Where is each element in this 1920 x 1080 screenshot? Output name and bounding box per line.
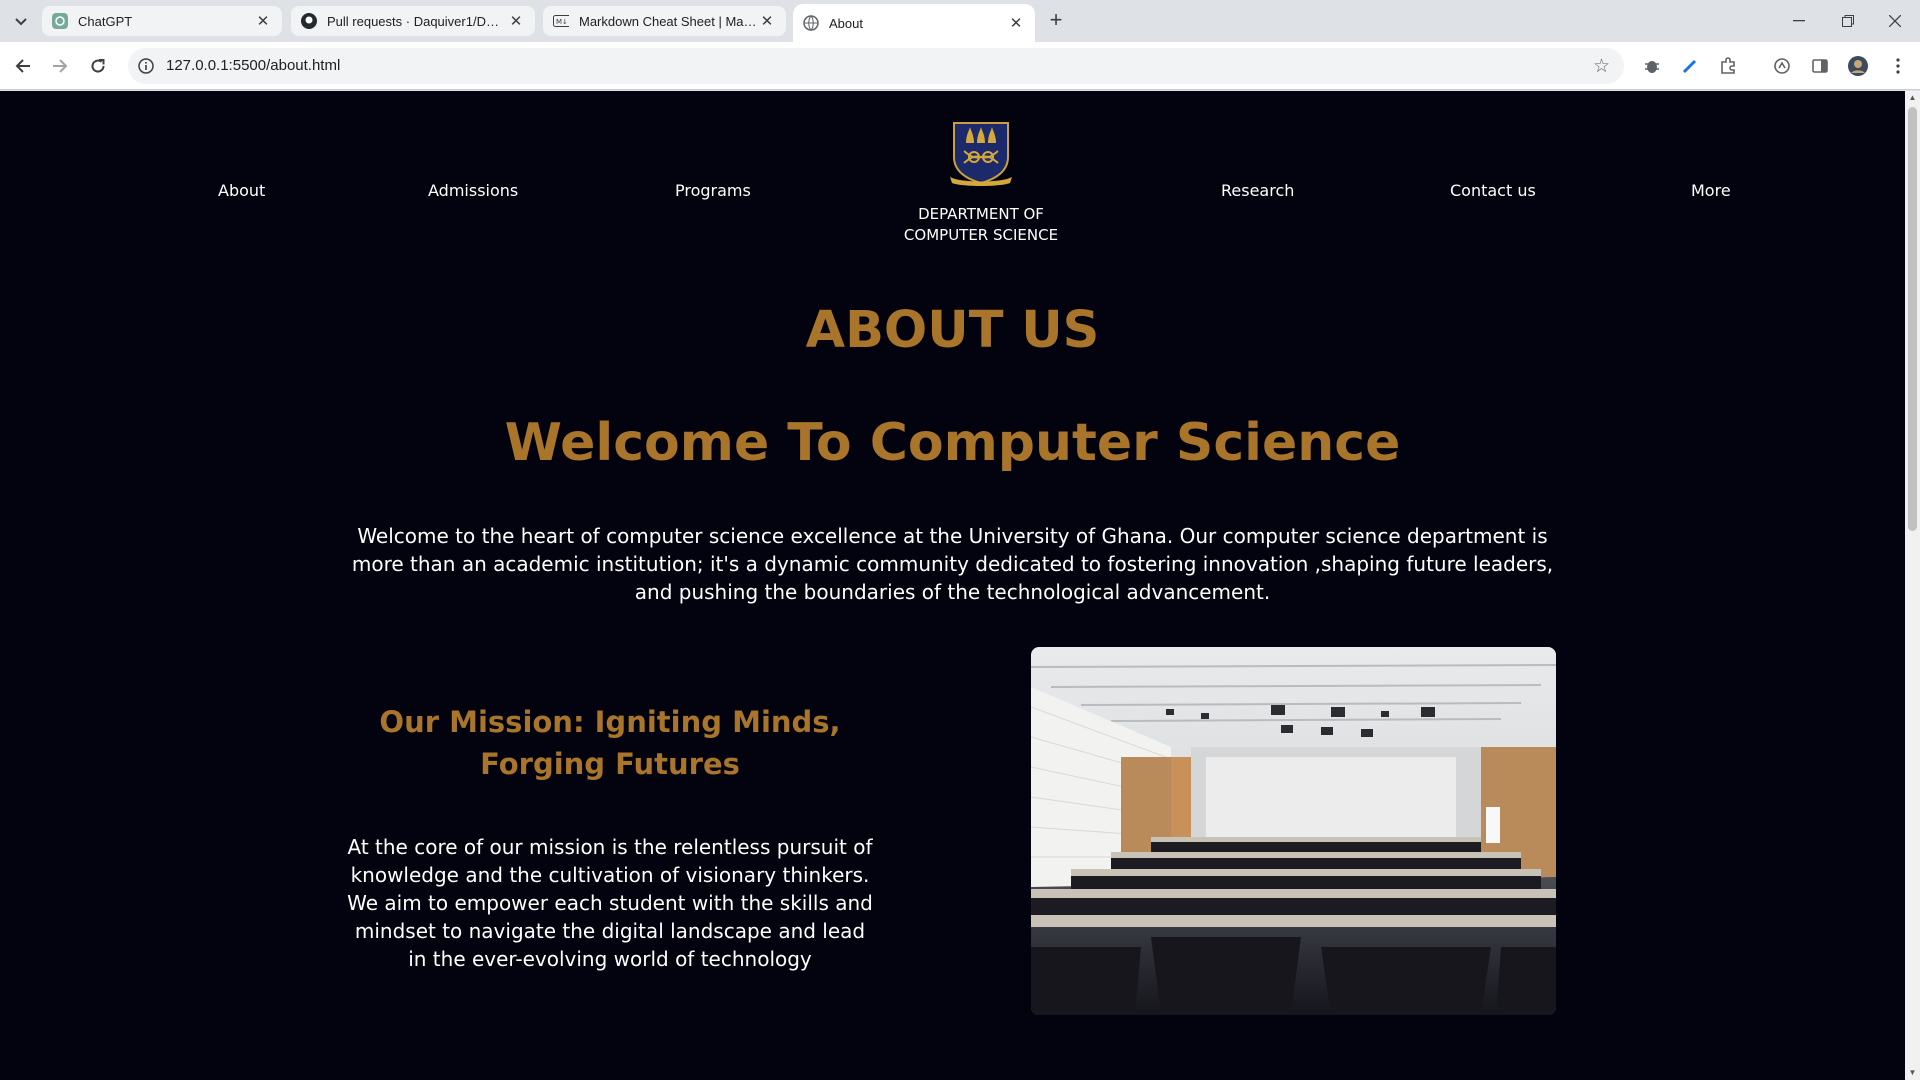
tab-about[interactable]: About ✕ bbox=[793, 4, 1035, 42]
welcome-heading: Welcome To Computer Science bbox=[504, 413, 1401, 473]
department-title-line2: COMPUTER SCIENCE bbox=[903, 226, 1059, 244]
new-tab-button[interactable]: + bbox=[1042, 9, 1070, 33]
reload-icon[interactable] bbox=[82, 50, 114, 82]
nav-link-admissions[interactable]: Admissions bbox=[428, 181, 518, 200]
nav-link-about[interactable]: About bbox=[218, 181, 265, 200]
profile-avatar-icon[interactable] bbox=[1846, 54, 1870, 78]
address-bar[interactable]: 127.0.0.1:5500/about.html ☆ bbox=[128, 48, 1624, 84]
nav-link-programs[interactable]: Programs bbox=[675, 181, 751, 200]
tab-title: Markdown Cheat Sheet | Markdo bbox=[579, 13, 758, 29]
restore-window-icon[interactable] bbox=[1825, 6, 1871, 36]
close-window-icon[interactable] bbox=[1872, 6, 1918, 36]
department-title-line1: DEPARTMENT OF bbox=[918, 205, 1044, 223]
back-arrow-icon[interactable] bbox=[7, 50, 39, 82]
forward-arrow-icon[interactable] bbox=[44, 50, 76, 82]
web-page: About Admissions Programs DEPARTMENT OF … bbox=[0, 91, 1905, 1080]
intro-paragraph: Welcome to the heart of computer science… bbox=[351, 524, 1554, 604]
university-crest-logo[interactable] bbox=[944, 119, 1018, 187]
extension-pen-icon[interactable] bbox=[1678, 54, 1702, 78]
performance-icon[interactable] bbox=[1770, 54, 1794, 78]
nav-link-research[interactable]: Research bbox=[1221, 181, 1294, 200]
mission-paragraph: At the core of our mission is the relent… bbox=[347, 835, 873, 971]
site-info-icon[interactable] bbox=[136, 56, 156, 76]
browser-menu-icon[interactable] bbox=[1886, 54, 1910, 78]
lecture-hall-photo bbox=[1031, 647, 1556, 1015]
url-text[interactable]: 127.0.0.1:5500/about.html bbox=[166, 57, 340, 74]
page-title: ABOUT US bbox=[805, 301, 1100, 360]
tab-strip: ChatGPT ✕ Pull requests · Daquiver1/DCIT… bbox=[0, 0, 1920, 42]
nav-link-more[interactable]: More bbox=[1691, 181, 1731, 200]
markdown-favicon-icon: M↓ bbox=[553, 13, 569, 29]
tab-markdown-cheat-sheet[interactable]: M↓ Markdown Cheat Sheet | Markdo ✕ bbox=[543, 6, 786, 36]
tab-title: Pull requests · Daquiver1/DCIT_20 bbox=[327, 13, 507, 29]
bookmark-star-icon[interactable]: ☆ bbox=[1593, 55, 1610, 78]
svg-text:M↓: M↓ bbox=[556, 18, 568, 26]
close-tab-icon[interactable]: ✕ bbox=[254, 12, 272, 30]
department-title: DEPARTMENT OF COMPUTER SCIENCE bbox=[880, 204, 1082, 246]
extensions-puzzle-icon[interactable] bbox=[1716, 54, 1740, 78]
browser-toolbar: 127.0.0.1:5500/about.html ☆ bbox=[0, 42, 1920, 90]
nav-link-contact-us[interactable]: Contact us bbox=[1450, 181, 1536, 200]
globe-favicon-icon bbox=[803, 15, 819, 31]
mission-heading: Our Mission: Igniting Minds, Forging Fut… bbox=[379, 705, 841, 781]
tab-title: ChatGPT bbox=[78, 13, 133, 29]
page-scrollbar[interactable]: ▲ ▼ bbox=[1905, 91, 1920, 1080]
close-tab-icon[interactable]: ✕ bbox=[758, 12, 776, 30]
minimize-window-icon[interactable] bbox=[1776, 6, 1822, 36]
tab-title: About bbox=[829, 15, 863, 31]
tab-search-chevron-icon[interactable] bbox=[8, 9, 34, 35]
close-tab-icon[interactable]: ✕ bbox=[507, 12, 525, 30]
scroll-down-arrow-icon[interactable]: ▼ bbox=[1905, 1066, 1920, 1080]
tab-chatgpt[interactable]: ChatGPT ✕ bbox=[42, 6, 282, 36]
close-tab-icon[interactable]: ✕ bbox=[1007, 14, 1025, 32]
github-favicon-icon bbox=[301, 13, 317, 29]
tab-github-pull-requests[interactable]: Pull requests · Daquiver1/DCIT_20 ✕ bbox=[291, 6, 535, 36]
side-panel-icon[interactable] bbox=[1808, 54, 1832, 78]
chatgpt-favicon-icon bbox=[52, 13, 68, 29]
scroll-up-arrow-icon[interactable]: ▲ bbox=[1905, 91, 1920, 105]
scrollbar-thumb[interactable] bbox=[1908, 107, 1917, 531]
extension-bug-icon[interactable] bbox=[1640, 54, 1664, 78]
